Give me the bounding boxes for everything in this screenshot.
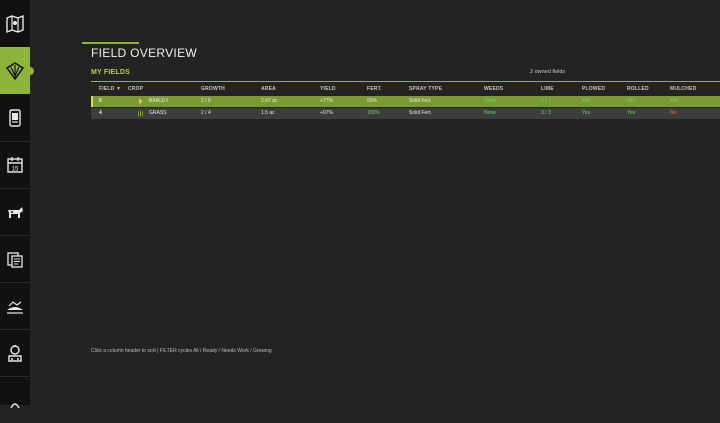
field-icon — [5, 61, 25, 80]
column-header-area[interactable]: AREA — [261, 84, 276, 95]
cell-fert: 50% — [367, 98, 378, 104]
cell-yield: +97% — [320, 110, 333, 116]
sidebar-item-more[interactable] — [0, 376, 30, 423]
section-divider — [91, 81, 720, 82]
column-header-growth[interactable]: GROWTH — [201, 84, 225, 95]
cell-crop: GRASS — [149, 110, 167, 116]
cell-field: 4 — [99, 110, 102, 116]
cell-area: 2.47 ac — [261, 98, 278, 104]
column-header-mulched[interactable]: MULCHED — [670, 84, 696, 95]
cell-growth: 2 / 4 — [201, 110, 211, 116]
cell-weeds: None — [484, 98, 496, 104]
cell-plowed: Yes — [582, 98, 591, 104]
cell-lime: 3 / 3 — [541, 98, 551, 104]
calendar-icon: 15 — [7, 156, 23, 173]
cell-growth: 2 / 8 — [201, 98, 211, 104]
sidebar-item-contracts[interactable] — [0, 235, 30, 283]
column-header-lime[interactable]: LIME — [541, 84, 554, 95]
cell-plowed: Yes — [582, 110, 591, 116]
page-title: FIELD OVERVIEW — [91, 46, 198, 60]
production-icon — [7, 300, 23, 314]
factory-icon — [8, 344, 22, 362]
column-header-yield[interactable]: YIELD — [320, 84, 336, 95]
documents-icon — [7, 251, 23, 268]
calendar-day-label: 15 — [12, 166, 19, 172]
barley-icon — [139, 98, 142, 105]
sidebar-item-tablet[interactable] — [0, 94, 30, 142]
sidebar-item-calendar[interactable]: 15 — [0, 141, 30, 189]
sort-descending-icon: ▼ — [116, 86, 122, 92]
sidebar-item-fields[interactable] — [0, 47, 34, 94]
cell-yield: +77% — [320, 98, 333, 104]
sidebar-item-production[interactable] — [0, 282, 30, 330]
sidebar: 15 — [0, 0, 34, 408]
sidebar-item-map[interactable] — [0, 0, 30, 48]
cell-mulched: Yes — [670, 98, 679, 104]
owned-fields-count: 2 owned fields — [530, 69, 566, 75]
cell-fert: 100% — [367, 110, 380, 116]
column-header-weeds[interactable]: WEEDS — [484, 84, 503, 95]
column-header-spray-type[interactable]: SPRAY TYPE — [409, 84, 442, 95]
column-header-rolled[interactable]: ROLLED — [627, 84, 649, 95]
cell-rolled: Yes — [627, 110, 636, 116]
tablet-icon — [9, 108, 21, 127]
cell-mulched: No — [670, 110, 677, 116]
column-header-fert[interactable]: FERT. — [367, 84, 382, 95]
cell-field: 5 — [99, 98, 102, 104]
sort-filter-hint: Click a column header to sort | FILTER c… — [91, 348, 272, 354]
column-header-crop[interactable]: CROP — [128, 84, 143, 95]
cell-lime: 3 / 3 — [541, 110, 551, 116]
table-header: FIELD ▼ CROP GROWTH AREA YIELD FERT. SPR… — [91, 84, 720, 95]
sidebar-item-factory[interactable] — [0, 329, 30, 377]
column-header-field[interactable]: FIELD ▼ — [99, 84, 121, 95]
table-row[interactable]: 5 BARLEY 2 / 8 2.47 ac +77% 50% Solid Fe… — [91, 96, 720, 107]
title-accent-bar — [82, 42, 139, 44]
column-header-plowed[interactable]: PLOWED — [582, 84, 605, 95]
cell-spray-type: Solid Fert. — [409, 98, 432, 104]
more-icon — [10, 402, 20, 408]
cell-rolled: Yes — [627, 98, 636, 104]
fields-table: FIELD ▼ CROP GROWTH AREA YIELD FERT. SPR… — [91, 84, 720, 119]
cell-spray-type: Solid Fert. — [409, 110, 432, 116]
grass-icon — [138, 110, 143, 117]
sidebar-item-animals[interactable] — [0, 188, 30, 236]
cell-weeds: None — [484, 110, 496, 116]
livestock-icon — [8, 206, 23, 218]
table-row[interactable]: 4 GRASS 2 / 4 1.5 ac +97% 100% Solid Fer… — [91, 108, 720, 119]
section-title: MY FIELDS — [91, 69, 131, 76]
cell-area: 1.5 ac — [261, 110, 275, 116]
cell-crop: BARLEY — [149, 98, 169, 104]
map-icon — [6, 14, 24, 33]
